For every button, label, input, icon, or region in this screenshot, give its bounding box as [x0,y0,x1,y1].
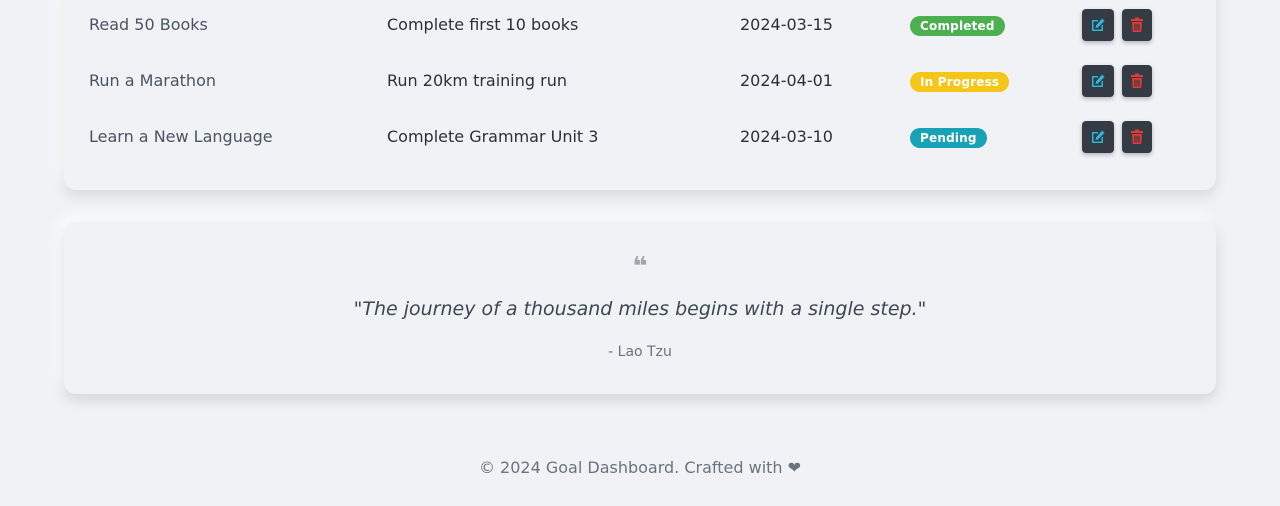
milestone: Run 20km training run [387,71,567,90]
quote-text: "The journey of a thousand miles begins … [353,298,927,320]
edit-button[interactable] [1082,65,1114,97]
trash-icon [1131,73,1143,88]
goals-table-card: Read 50 Books Complete first 10 books 20… [64,0,1216,190]
status-badge: In Progress [910,72,1010,92]
delete-button[interactable] [1122,121,1152,153]
quote-author: - Lao Tzu [608,344,672,360]
edit-icon [1092,130,1105,143]
edit-icon [1092,18,1105,31]
goal-name: Run a Marathon [89,71,216,90]
delete-button[interactable] [1122,9,1152,41]
goal-name: Read 50 Books [89,15,208,34]
edit-button[interactable] [1082,121,1114,153]
status-badge: Completed [910,16,1005,36]
delete-button[interactable] [1122,65,1152,97]
table-row: Run a Marathon Run 20km training run 202… [64,53,1216,109]
goal-name: Learn a New Language [89,127,273,146]
edit-button[interactable] [1082,9,1114,41]
trash-icon [1131,17,1143,32]
status-badge: Pending [910,128,987,148]
milestone: Complete first 10 books [387,15,579,34]
due-date: 2024-03-15 [740,15,833,34]
due-date: 2024-03-10 [740,127,833,146]
trash-icon [1131,129,1143,144]
quote-icon: ❝ [632,252,648,282]
milestone: Complete Grammar Unit 3 [387,127,599,146]
footer: © 2024 Goal Dashboard. Crafted with ❤ [478,458,802,477]
edit-icon [1092,74,1105,87]
quote-card: ❝ "The journey of a thousand miles begin… [64,222,1216,394]
table-row: Learn a New Language Complete Grammar Un… [64,109,1216,165]
due-date: 2024-04-01 [740,71,833,90]
table-row: Read 50 Books Complete first 10 books 20… [64,0,1216,53]
